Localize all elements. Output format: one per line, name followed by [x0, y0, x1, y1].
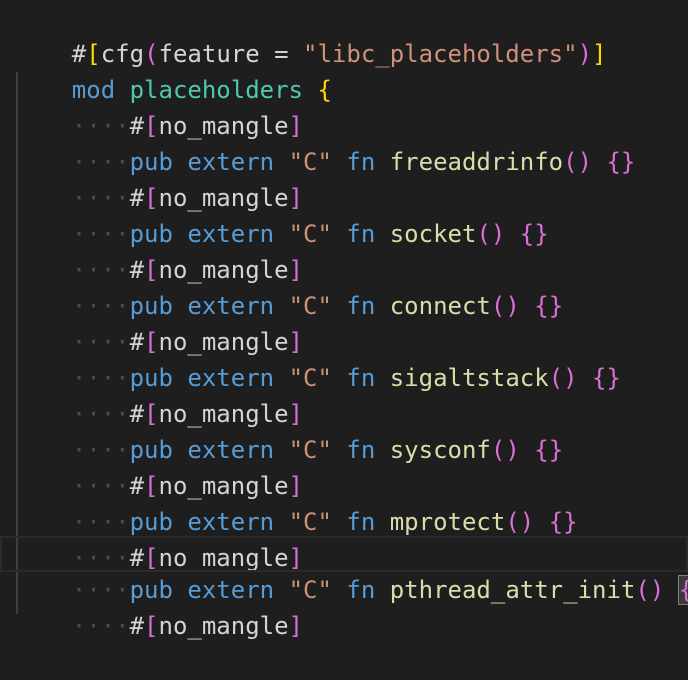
bracket: ]: [592, 40, 607, 68]
function-name: sysconf: [389, 436, 491, 464]
code-line[interactable]: ····#[no_mangle]: [14, 432, 303, 500]
code-editor[interactable]: #[cfg(feature = "libc_placeholders")] mo…: [0, 0, 688, 640]
attribute-hash: #: [129, 612, 145, 640]
paren: (): [490, 436, 520, 464]
keyword: fn: [346, 508, 376, 536]
function-name: pthread_attr_init: [389, 576, 636, 604]
bracket: ]: [288, 612, 303, 640]
keyword: fn: [346, 220, 376, 248]
paren: (): [505, 508, 535, 536]
code-line[interactable]: ····#[no_mangle]: [14, 504, 303, 572]
brace: {}: [606, 148, 636, 176]
function-name: mprotect: [389, 508, 506, 536]
code-line[interactable]: ····pub extern "C" fn mprotect() {}: [14, 468, 578, 536]
code-line[interactable]: ····#[no_mangle]: [14, 72, 303, 140]
paren: (): [563, 148, 593, 176]
paren: (): [490, 292, 520, 320]
keyword: fn: [346, 148, 376, 176]
brace: {}: [534, 292, 564, 320]
keyword: fn: [346, 292, 376, 320]
paren: ): [577, 40, 593, 68]
code-line[interactable]: ····#[no_mangle]: [14, 288, 303, 356]
brace: {: [317, 76, 332, 104]
code-line[interactable]: ····pub extern "C" fn connect() {}: [14, 252, 563, 320]
string-literal: "libc_placeholders": [303, 40, 578, 68]
function-name: connect: [389, 292, 491, 320]
brace: {}: [534, 436, 564, 464]
keyword: fn: [346, 576, 376, 604]
code-line[interactable]: mod placeholders {: [14, 36, 332, 104]
keyword: fn: [346, 364, 376, 392]
paren: (): [548, 364, 578, 392]
function-name: sigaltstack: [389, 364, 549, 392]
code-line[interactable]: ····#[no_mangle]: [14, 360, 303, 428]
brace: {}: [548, 508, 578, 536]
paren: (): [635, 576, 665, 604]
brace: {}: [519, 220, 549, 248]
paren: (): [476, 220, 506, 248]
code-line[interactable]: ····pub extern "C" fn freeaddrinfo() {}: [14, 108, 636, 176]
bracket: [: [144, 612, 159, 640]
matched-brace: {: [677, 575, 688, 605]
function-name: socket: [389, 220, 477, 248]
keyword: fn: [346, 436, 376, 464]
code-line[interactable]: ····#[no_mangle]: [14, 216, 303, 284]
brace: {}: [592, 364, 621, 392]
code-line[interactable]: ····pub extern "C" fn sysconf() {}: [14, 396, 563, 464]
attribute-name: no_mangle: [158, 612, 289, 640]
code-line[interactable]: #[cfg(feature = "libc_placeholders")]: [14, 0, 607, 68]
code-line[interactable]: ····pub extern "C" fn sigaltstack() {}: [14, 324, 621, 392]
code-line[interactable]: ····#[no_mangle]: [14, 144, 303, 212]
current-code-line[interactable]: ····pub extern "C" fn pthread_attr_init(…: [0, 536, 688, 605]
code-line[interactable]: ····pub extern "C" fn socket() {}: [14, 180, 549, 248]
code-line[interactable]: ····#[no_mangle]: [14, 572, 303, 640]
whitespace-dots: ····: [71, 612, 130, 640]
function-name: freeaddrinfo: [389, 148, 564, 176]
